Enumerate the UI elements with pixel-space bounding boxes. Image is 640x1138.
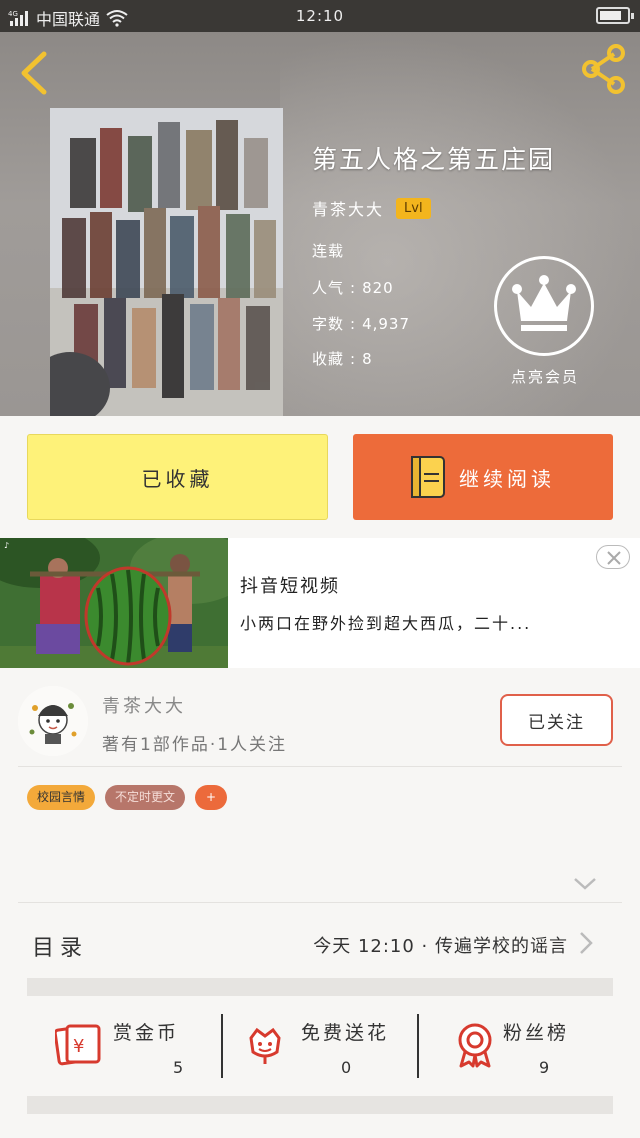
send-flowers-stat[interactable]: 免费送花 0: [243, 1002, 423, 1088]
divider: [18, 766, 622, 767]
book-icon: [411, 456, 445, 498]
flower-icon: [249, 1027, 281, 1064]
clock: 12:10: [295, 7, 345, 25]
avatar-illustration: [18, 686, 88, 756]
popularity-value: 820: [362, 279, 394, 297]
ad-title: 抖音短视频: [240, 576, 340, 597]
cover-illustration: [50, 108, 283, 416]
red-envelope-yuan-icon: ¥: [55, 1024, 101, 1066]
chevron-down-icon[interactable]: [572, 876, 598, 892]
ad-description: 小两口在野外捡到超大西瓜，二十...: [240, 614, 532, 633]
toc-label: 目录: [32, 936, 89, 961]
follow-label: 已关注: [528, 712, 585, 733]
crown-icon: [512, 275, 576, 331]
level-badge: Lvl: [396, 197, 431, 219]
author-name[interactable]: 青茶大大: [312, 196, 384, 220]
section-separator: [27, 978, 613, 996]
collected-label: 已收藏: [141, 466, 214, 491]
ad-image[interactable]: ♪: [0, 538, 228, 668]
ad-close-button[interactable]: [596, 545, 630, 569]
author-card-name: 青茶大大: [102, 696, 186, 717]
section-separator: [27, 1096, 613, 1114]
word-count-row: 字数:4,937: [312, 315, 411, 333]
word-count-label: 字数: [312, 315, 345, 333]
word-count-value: 4,937: [362, 315, 411, 333]
chevron-right-icon: [580, 932, 593, 954]
fan-ranking-value: 9: [539, 1058, 550, 1077]
continue-reading-button[interactable]: 继续阅读: [353, 434, 613, 520]
fan-ranking-stat[interactable]: 粉丝榜 9: [453, 1002, 613, 1088]
svg-text:♪: ♪: [4, 541, 9, 550]
tag-list: 校园言情 不定时更文 +: [27, 785, 228, 810]
battery-icon: [596, 7, 634, 24]
book-title: 第五人格之第五庄园: [312, 145, 556, 174]
author-row: 青茶大大 Lvl: [312, 196, 431, 220]
table-of-contents-row[interactable]: 目录 今天 12:10 · 传遍学校的谣言: [0, 918, 640, 968]
favorites-label: 收藏: [312, 350, 345, 368]
tag-irregular-updates[interactable]: 不定时更文: [105, 785, 186, 810]
serial-status: 连载: [312, 242, 345, 260]
share-icon[interactable]: [580, 44, 628, 94]
collected-button[interactable]: 已收藏: [27, 434, 328, 520]
popularity-label: 人气: [312, 279, 345, 297]
divider: [221, 1014, 223, 1078]
ad-banner[interactable]: ♪ 抖音短视频 小两口在野外捡到超大西瓜，二十...: [0, 538, 640, 668]
back-arrow-icon[interactable]: [16, 50, 52, 96]
divider: [417, 1014, 419, 1078]
reward-coins-value: 5: [173, 1058, 184, 1077]
continue-reading-label: 继续阅读: [459, 466, 555, 491]
tag-campus-romance[interactable]: 校园言情: [27, 785, 96, 810]
medal-icon: [458, 1023, 492, 1068]
send-flowers-label: 免费送花: [301, 1022, 390, 1044]
favorites-row: 收藏:8: [312, 350, 373, 368]
vip-crown-button[interactable]: [494, 256, 594, 356]
send-flowers-value: 0: [341, 1058, 352, 1077]
ad-photo: ♪: [0, 538, 228, 668]
add-tag-button[interactable]: +: [195, 785, 228, 810]
favorites-value: 8: [362, 350, 373, 368]
svg-text:¥: ¥: [73, 1036, 84, 1057]
stats-row: ¥ 赏金币 5 免费送花 0 粉丝榜 9: [27, 1002, 613, 1088]
avatar[interactable]: [18, 686, 88, 756]
reward-coins-label: 赏金币: [113, 1022, 180, 1044]
fan-ranking-label: 粉丝榜: [503, 1022, 570, 1044]
follow-button[interactable]: 已关注: [500, 694, 613, 746]
divider: [18, 902, 622, 903]
reward-coins-stat[interactable]: ¥ 赏金币 5: [55, 1002, 215, 1088]
status-bar: 4G 中国联通 12:10: [0, 0, 640, 32]
vip-label[interactable]: 点亮会员: [480, 366, 610, 387]
close-icon: [607, 551, 621, 565]
book-cover[interactable]: [50, 108, 283, 416]
author-card-summary: 著有1部作品·1人关注: [102, 735, 288, 755]
popularity-row: 人气:820: [312, 279, 394, 297]
latest-chapter: 今天 12:10 · 传遍学校的谣言: [313, 936, 568, 957]
